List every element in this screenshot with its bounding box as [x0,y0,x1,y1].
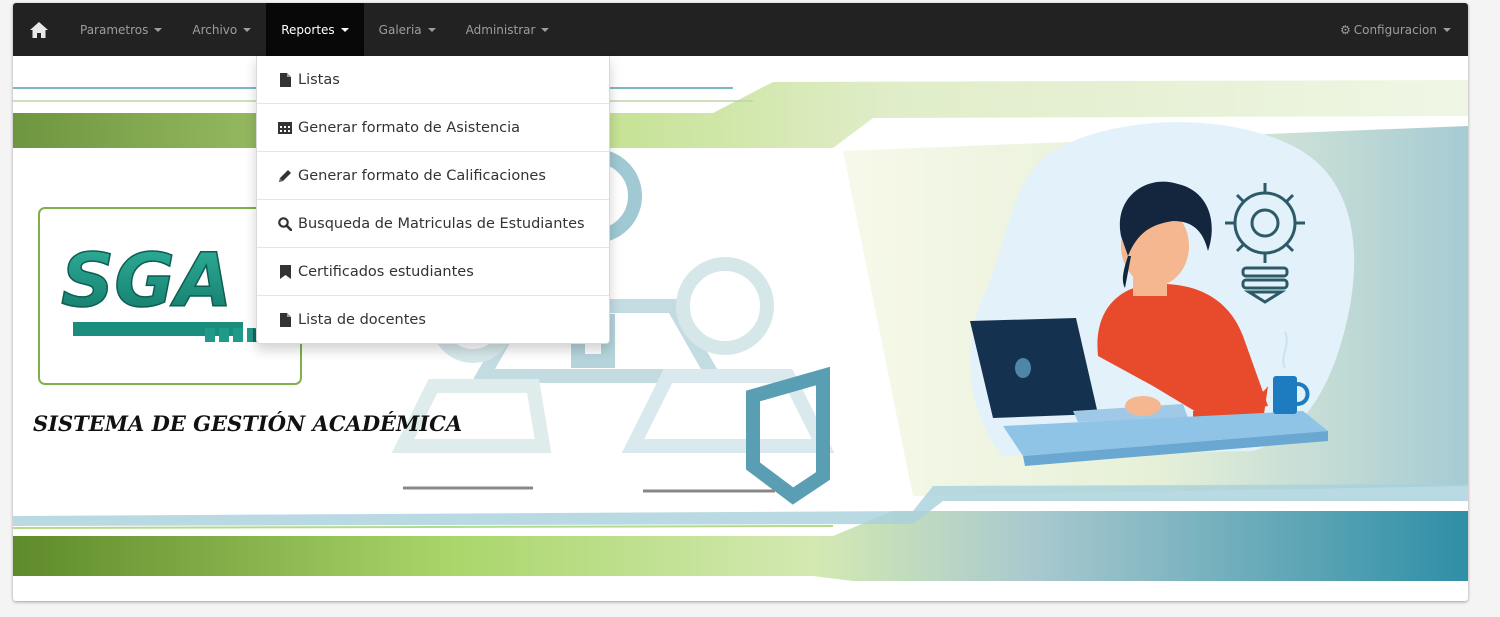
menu-item-lista-docentes[interactable]: Lista de docentes [257,296,609,343]
nav-administrar[interactable]: Administrar [451,3,565,56]
menu-item-label: Lista de docentes [298,311,426,328]
menu-item-label: Busqueda de Matriculas de Estudiantes [298,215,585,232]
nav-galeria[interactable]: Galeria [364,3,451,56]
caret-down-icon [340,27,349,32]
pencil-icon [278,169,292,183]
nav-reportes[interactable]: Reportes [266,3,364,56]
banner-line [13,525,834,529]
nav-configuracion[interactable]: ⚙ Configuracion [1325,3,1468,56]
nav-reportes-label: Reportes [281,22,335,37]
menu-item-busqueda-matriculas[interactable]: Busqueda de Matriculas de Estudiantes [257,200,609,248]
calendar-icon [278,121,292,135]
caret-down-icon [427,27,436,32]
nav-archivo-label: Archivo [192,22,238,37]
nav-administrar-label: Administrar [465,22,536,37]
caret-down-icon [1443,27,1451,32]
home-icon [30,21,48,38]
caret-down-icon [154,27,163,32]
menu-item-certificados[interactable]: Certificados estudiantes [257,248,609,296]
caret-down-icon [243,27,252,32]
file-icon [278,312,292,327]
menu-item-label: Listas [298,71,340,88]
bookmark-icon [278,264,292,279]
search-icon [278,216,292,231]
reportes-dropdown-menu: Listas Generar formato de Asistencia Gen… [256,56,610,344]
menu-item-label: Certificados estudiantes [298,263,474,280]
nav-configuracion-label: Configuracion [1353,22,1437,37]
menu-item-listas[interactable]: Listas [257,56,609,104]
menu-item-label: Generar formato de Calificaciones [298,167,546,184]
nav-parametros[interactable]: Parametros [65,3,177,56]
nav-galeria-label: Galeria [378,22,422,37]
menu-item-calificaciones[interactable]: Generar formato de Calificaciones [257,152,609,200]
nav-archivo[interactable]: Archivo [177,3,266,56]
hero-banner: SGA SISTEMA DE GESTIÓN ACADÉMICA [13,80,1468,581]
home-button[interactable] [13,3,65,56]
gear-icon: ⚙ [1339,22,1351,37]
file-icon [278,72,292,87]
menu-item-asistencia[interactable]: Generar formato de Asistencia [257,104,609,152]
app-window: Parametros Archivo Reportes Galeria Admi… [13,3,1468,601]
nav-parametros-label: Parametros [80,22,149,37]
svg-text:SGA: SGA [61,238,232,324]
menu-item-label: Generar formato de Asistencia [298,119,521,136]
top-navbar: Parametros Archivo Reportes Galeria Admi… [13,3,1468,56]
caret-down-icon [541,27,550,32]
system-title: SISTEMA DE GESTIÓN ACADÉMICA [33,411,462,436]
